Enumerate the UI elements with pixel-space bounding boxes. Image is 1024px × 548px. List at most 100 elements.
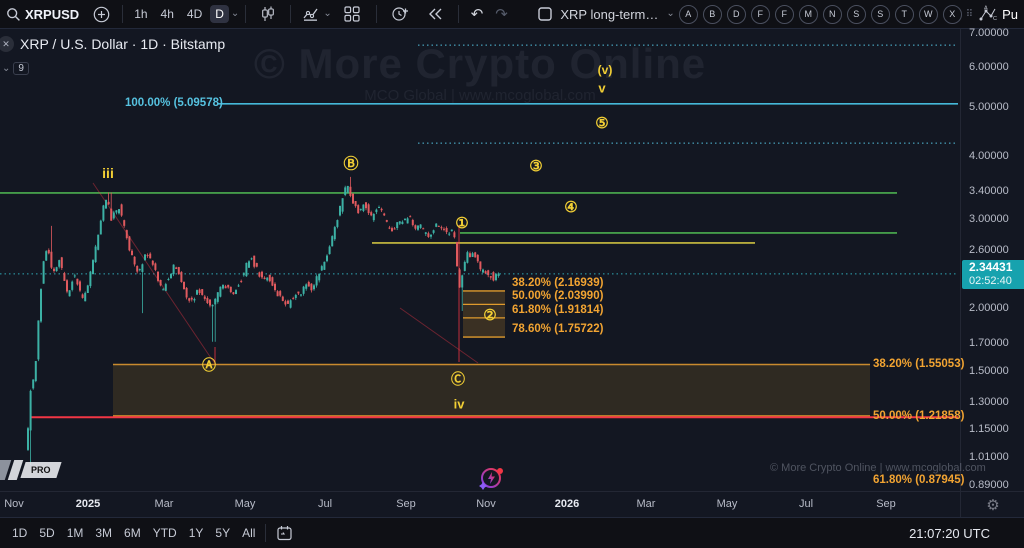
candle-body xyxy=(76,279,78,285)
interval-chevron-icon[interactable]: ⌄ xyxy=(231,9,239,19)
tradingview-logo[interactable]: PRO xyxy=(0,460,59,480)
range-button-5d[interactable]: 5D xyxy=(33,523,60,543)
indicator-pill[interactable]: ⌄ 9 xyxy=(2,62,29,75)
wave-tool-icon[interactable]: AC xyxy=(978,5,998,23)
chart-canvas[interactable] xyxy=(0,29,960,491)
candle-body xyxy=(227,285,229,288)
layout-chevron-icon[interactable]: ⌄ xyxy=(666,9,674,19)
wave-letter-f[interactable]: F xyxy=(751,5,770,24)
candle-body xyxy=(204,297,206,299)
compare-add-icon[interactable] xyxy=(93,6,110,23)
drag-dots-icon[interactable]: ⠿ xyxy=(966,9,974,20)
candle-body xyxy=(217,292,219,302)
candle-body xyxy=(235,290,237,294)
candle-style-icon[interactable] xyxy=(260,6,276,22)
time-tick: Mar xyxy=(155,498,174,510)
candle-body xyxy=(313,285,315,289)
symbol-button[interactable]: XRPUSD xyxy=(23,5,85,24)
candle-body xyxy=(456,242,458,266)
price-tick: 2.00000 xyxy=(969,302,1009,314)
candle-body xyxy=(188,298,190,300)
wave-letter-n[interactable]: N xyxy=(823,5,842,24)
interval-button-1h[interactable]: 1h xyxy=(129,5,152,23)
range-button-3m[interactable]: 3M xyxy=(89,523,118,543)
save-layout-checkbox-icon[interactable] xyxy=(538,7,552,21)
range-button-all[interactable]: All xyxy=(236,523,261,543)
utc-clock[interactable]: 21:07:20 UTC xyxy=(909,526,1018,541)
toolbar-bottom: 1D5D1M3M6MYTD1Y5YAll 21:07:20 UTC xyxy=(0,517,1024,548)
candle-body xyxy=(37,320,39,359)
wave-letter-t[interactable]: T xyxy=(895,5,914,24)
candle-body xyxy=(251,258,253,259)
range-button-5y[interactable]: 5Y xyxy=(209,523,236,543)
candle-body xyxy=(339,206,341,216)
price-tick: 0.89000 xyxy=(969,479,1009,491)
time-tick: 2026 xyxy=(555,498,579,510)
interval-button-4h[interactable]: 4h xyxy=(156,5,179,23)
candle-body xyxy=(139,269,141,270)
candle-body xyxy=(297,292,299,294)
spark-promo-icon[interactable] xyxy=(477,463,507,498)
candle-body xyxy=(193,299,195,300)
layout-grid-icon[interactable] xyxy=(344,6,360,22)
wave-letter-x[interactable]: X xyxy=(943,5,962,24)
gear-icon[interactable]: ⚙ xyxy=(986,496,999,514)
candle-body xyxy=(292,298,294,299)
range-group: 1D5D1M3M6MYTD1Y5YAll xyxy=(6,523,261,543)
candle-body xyxy=(157,272,159,281)
candle-body xyxy=(199,290,201,293)
range-button-1d[interactable]: 1D xyxy=(6,523,33,543)
wave-letter-s[interactable]: S xyxy=(871,5,890,24)
tradingview-app: XRPUSD 1h4h4DD ⌄ ⌄ ↶ ↷ XRP xyxy=(0,0,1024,548)
candle-body xyxy=(209,300,211,306)
redo-icon[interactable]: ↷ xyxy=(495,5,508,23)
price-tick: 7.00000 xyxy=(969,27,1009,39)
search-icon[interactable] xyxy=(6,7,21,22)
wave-letter-f[interactable]: F xyxy=(775,5,794,24)
range-button-1m[interactable]: 1M xyxy=(61,523,90,543)
goto-date-icon[interactable] xyxy=(276,525,293,541)
wave-letter-d[interactable]: D xyxy=(727,5,746,24)
indicators-icon[interactable] xyxy=(303,6,321,22)
candle-body xyxy=(284,301,286,304)
candle-body xyxy=(417,225,419,229)
candle-body xyxy=(89,272,91,287)
wave-letter-s[interactable]: S xyxy=(847,5,866,24)
current-price-badge: 2.34431 02:52:40 xyxy=(962,260,1024,289)
range-button-6m[interactable]: 6M xyxy=(118,523,147,543)
indicators-chevron-icon[interactable]: ⌄ xyxy=(323,9,331,19)
undo-icon[interactable]: ↶ xyxy=(471,5,484,23)
layout-name-button[interactable]: XRP long-term… xyxy=(554,5,664,24)
candle-body xyxy=(336,220,338,227)
candle-body xyxy=(430,235,432,237)
candle-body xyxy=(323,262,325,270)
range-button-ytd[interactable]: YTD xyxy=(147,523,183,543)
candle-body xyxy=(191,298,193,300)
wave-letter-m[interactable]: M xyxy=(799,5,818,24)
candle-body xyxy=(427,233,429,237)
candle-body xyxy=(433,230,435,233)
price-tick: 1.70000 xyxy=(969,337,1009,349)
candle-body xyxy=(446,228,448,232)
candle-body xyxy=(219,287,221,297)
interval-button-4D[interactable]: 4D xyxy=(182,5,207,23)
candle-body xyxy=(290,300,292,307)
time-tick: Nov xyxy=(4,498,24,510)
price-tick: 1.01000 xyxy=(969,451,1009,463)
candle-body xyxy=(404,219,406,220)
range-button-1y[interactable]: 1Y xyxy=(183,523,210,543)
candle-body xyxy=(165,284,167,291)
candle-body xyxy=(498,273,500,276)
candle-body xyxy=(115,210,117,212)
wave-letter-b[interactable]: B xyxy=(703,5,722,24)
publish-button[interactable]: Pu xyxy=(1002,7,1018,22)
wave-letter-w[interactable]: W xyxy=(919,5,938,24)
candle-body xyxy=(479,261,481,269)
alert-add-icon[interactable] xyxy=(391,6,409,22)
price-axis[interactable]: 2.34431 02:52:40 7.000006.000005.000004.… xyxy=(960,29,1024,491)
candle-body xyxy=(53,269,55,271)
replay-icon[interactable] xyxy=(427,7,444,21)
separator xyxy=(265,524,266,542)
wave-letter-a[interactable]: A xyxy=(679,5,698,24)
interval-button-D[interactable]: D xyxy=(210,5,229,23)
